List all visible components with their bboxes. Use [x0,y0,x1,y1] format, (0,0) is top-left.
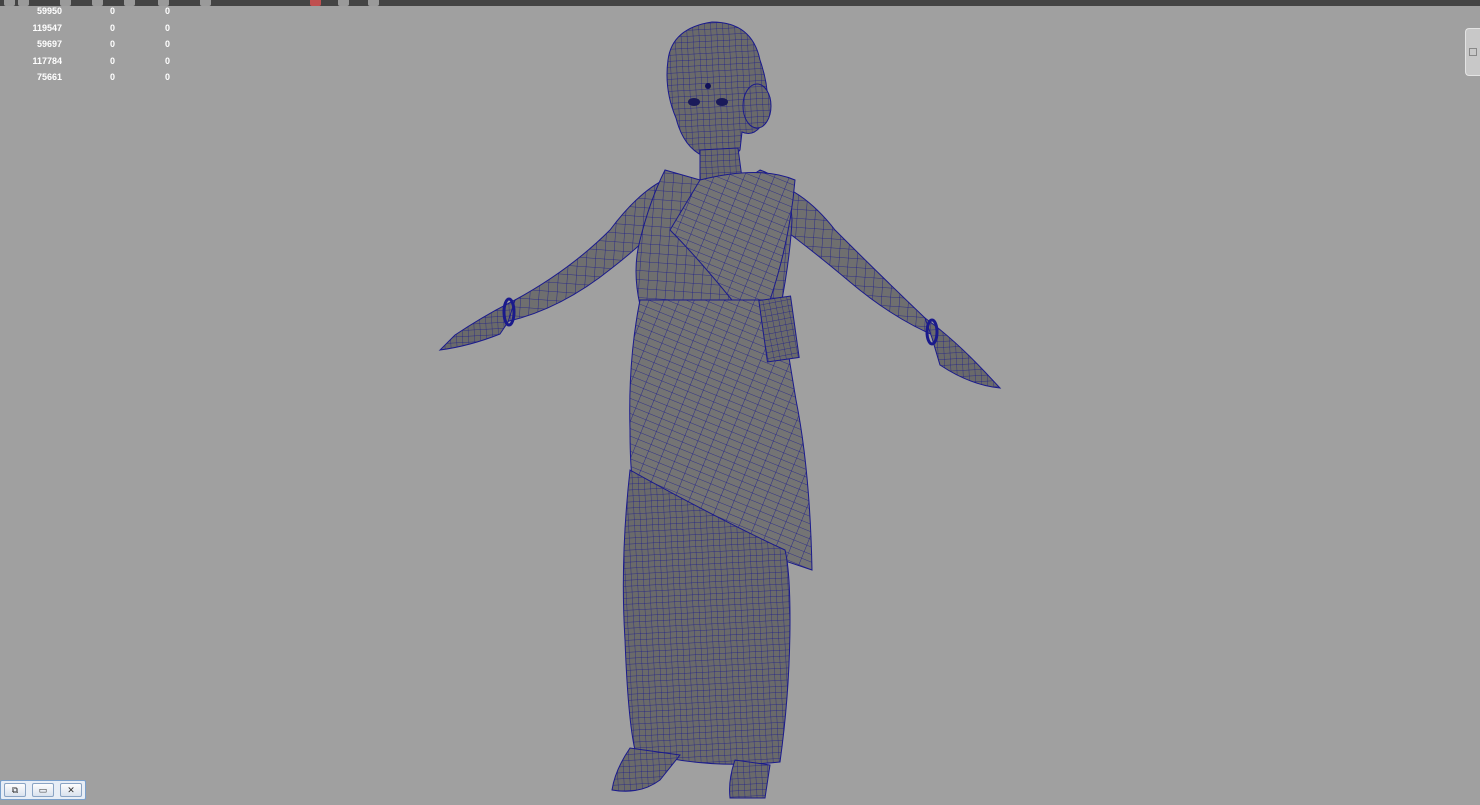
window-controls: ⧉ ▭ ✕ [0,780,86,800]
3d-viewport[interactable] [0,6,1480,800]
bindi [705,83,711,89]
minimize-icon[interactable]: ▭ [32,783,54,797]
character-wireframe-model[interactable] [0,6,1480,800]
left-foot-mesh [611,747,681,792]
viewcube-icon[interactable] [1465,28,1480,76]
viewcube-face[interactable] [1469,48,1477,56]
hair-bun [742,83,772,129]
right-foot-mesh [729,759,771,799]
restore-icon[interactable]: ⧉ [4,783,26,797]
left-eye [688,98,700,106]
close-icon[interactable]: ✕ [60,783,82,797]
right-eye [716,98,728,106]
